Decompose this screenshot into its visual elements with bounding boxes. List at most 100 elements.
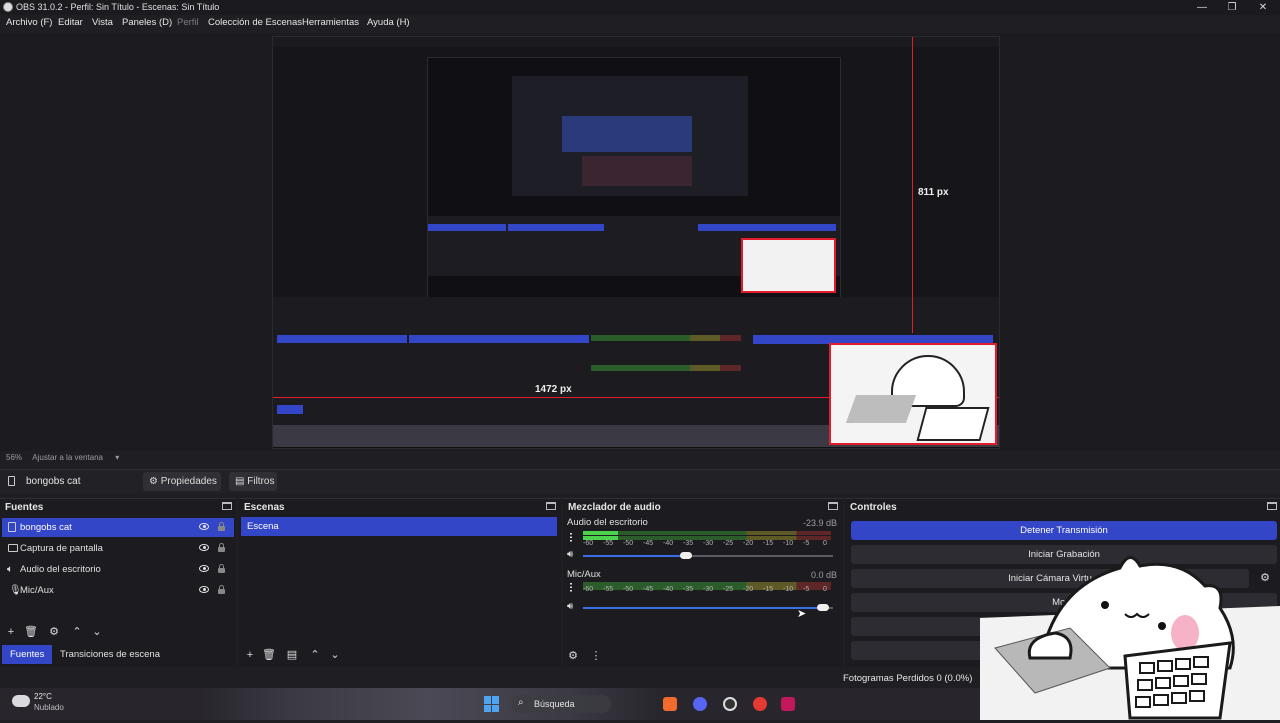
volume-slider[interactable] <box>583 604 833 611</box>
filters-button[interactable]: ▤ Filtros <box>229 472 277 491</box>
lock-icon[interactable] <box>218 564 225 574</box>
nested-meter <box>591 335 741 341</box>
menu-editar[interactable]: Editar <box>58 17 83 28</box>
meter-tick-label: -15 <box>763 540 774 547</box>
menu-vista[interactable]: Vista <box>92 17 113 28</box>
visibility-eye-icon[interactable] <box>199 544 209 551</box>
speaker-icon[interactable]: 🔊︎ <box>567 602 577 612</box>
close-button[interactable]: ✕ <box>1246 0 1280 15</box>
meter-tick-label: -30 <box>703 586 714 593</box>
source-item-captura[interactable]: Captura de pantalla <box>2 539 234 558</box>
menu-coleccion-escenas[interactable]: Colección de Escenas <box>208 17 302 28</box>
bongo-cat-overlay <box>980 548 1280 720</box>
undock-icon[interactable] <box>222 502 232 510</box>
move-down-icon[interactable]: ⌄ <box>90 625 104 639</box>
meter-tick-label: -10 <box>783 586 794 593</box>
menu-archivo[interactable]: Archivo (F) <box>6 17 52 28</box>
brave-browser-icon[interactable] <box>663 697 677 711</box>
volume-slider-knob[interactable] <box>817 604 829 611</box>
channel-db: -23.9 dB <box>802 518 837 528</box>
discord-icon[interactable] <box>693 697 707 711</box>
preview-canvas[interactable]: 811 px 1472 px <box>272 36 1000 449</box>
filter-icon: ▤ <box>235 476 245 487</box>
maximize-button[interactable]: ❐ <box>1215 0 1249 15</box>
chevron-down-icon[interactable]: ▾ <box>115 453 119 462</box>
nested-preview-inner <box>427 57 841 299</box>
source-file-icon <box>8 522 16 532</box>
undock-icon[interactable] <box>546 502 556 510</box>
meter-scale: -60 -55 -50 -45 -40 -35 -30 -25 -20 -15 -10 -5 0 <box>583 586 833 594</box>
undock-icon[interactable] <box>828 502 838 510</box>
meter-level <box>583 531 618 535</box>
add-source-icon[interactable]: + <box>4 625 18 639</box>
scene-item-escena[interactable]: Escena <box>241 517 557 536</box>
app-icon[interactable] <box>781 697 795 711</box>
meter-tick-label: -40 <box>663 540 674 547</box>
meter-tick-label: -35 <box>683 586 694 593</box>
source-file-icon <box>8 476 15 486</box>
meter-tick-label: -60 <box>583 586 594 593</box>
minimize-button[interactable]: — <box>1185 0 1219 15</box>
volume-slider-knob[interactable] <box>679 552 692 559</box>
visibility-eye-icon[interactable] <box>199 523 209 530</box>
selected-source-name: bongobs cat <box>26 476 81 487</box>
cloud-icon <box>12 695 30 707</box>
source-item-mic-aux[interactable]: 🎙︎ Mic/Aux <box>2 581 234 600</box>
meter-tick-label: -20 <box>743 586 754 593</box>
channel-menu-icon[interactable] <box>570 582 572 592</box>
menu-paneles[interactable]: Paneles (D) <box>122 17 172 28</box>
volume-slider-fill <box>583 607 823 609</box>
move-up-icon[interactable]: ⌃ <box>70 625 84 639</box>
obs-taskbar-icon[interactable] <box>723 697 737 711</box>
meter-tick-label: -55 <box>603 540 614 547</box>
gear-icon[interactable]: ⚙ <box>47 625 61 639</box>
mixer-dock-title: Mezclador de audio <box>568 502 661 513</box>
stop-streaming-button[interactable]: Detener Transmisión <box>851 521 1277 540</box>
meter-tick-label: -50 <box>623 540 634 547</box>
properties-button[interactable]: ⚙ Propiedades <box>143 472 221 491</box>
horizontal-guide-line <box>273 397 829 398</box>
windows-start-icon[interactable] <box>484 696 500 712</box>
lock-icon[interactable] <box>218 543 225 553</box>
volume-meter <box>583 531 831 535</box>
tab-fuentes[interactable]: Fuentes <box>2 645 53 664</box>
channel-menu-icon[interactable] <box>570 532 572 542</box>
move-down-icon[interactable]: ⌄ <box>328 648 342 662</box>
lock-icon[interactable] <box>218 585 225 595</box>
nested-tab-fuentes <box>277 405 303 414</box>
nested-deep-dock <box>582 156 692 186</box>
zoom-control[interactable]: 56% Ajustar a la ventana ▾ <box>6 453 119 462</box>
weather-condition: Nublado <box>34 703 64 712</box>
width-measure-label: 1472 px <box>535 384 572 395</box>
visibility-eye-icon[interactable] <box>199 565 209 572</box>
volume-slider[interactable] <box>583 552 833 559</box>
mixer-menu-icon[interactable]: ⋮ <box>589 649 603 663</box>
filter-icon[interactable]: ▤ <box>285 648 299 662</box>
channel-name: Mic/Aux <box>567 569 601 580</box>
tab-transiciones[interactable]: Transiciones de escena <box>52 645 168 664</box>
cat-keyboard <box>916 407 990 441</box>
speaker-icon[interactable]: 🔊︎ <box>567 550 577 560</box>
undock-icon[interactable] <box>1267 502 1277 510</box>
menu-herramientas[interactable]: Herramientas <box>302 17 359 28</box>
menu-ayuda[interactable]: Ayuda (H) <box>367 17 410 28</box>
trash-icon[interactable]: 🗑︎ <box>24 625 38 639</box>
source-item-audio-escritorio[interactable]: 🔈︎ Audio del escritorio <box>2 560 234 579</box>
gear-icon[interactable]: ⚙ <box>566 649 580 663</box>
meter-tick-label: -30 <box>703 540 714 547</box>
meter-tick-label: -55 <box>603 586 614 593</box>
bongo-cat-source[interactable] <box>829 343 997 445</box>
add-scene-icon[interactable]: + <box>243 648 257 662</box>
lock-icon[interactable] <box>218 522 225 532</box>
visibility-eye-icon[interactable] <box>199 586 209 593</box>
obs-logo-icon <box>3 2 13 12</box>
app-icon[interactable] <box>753 697 767 711</box>
nested-selected-source <box>277 335 407 343</box>
meter-tick-label: -15 <box>763 586 774 593</box>
trash-icon[interactable]: 🗑︎ <box>262 648 276 662</box>
menu-perfil[interactable]: Perfil <box>177 17 199 28</box>
monitor-icon <box>8 544 18 552</box>
source-item-bongobs-cat[interactable]: bongobs cat <box>2 518 234 537</box>
weather-temperature: 22°C <box>34 692 52 701</box>
move-up-icon[interactable]: ⌃ <box>308 648 322 662</box>
